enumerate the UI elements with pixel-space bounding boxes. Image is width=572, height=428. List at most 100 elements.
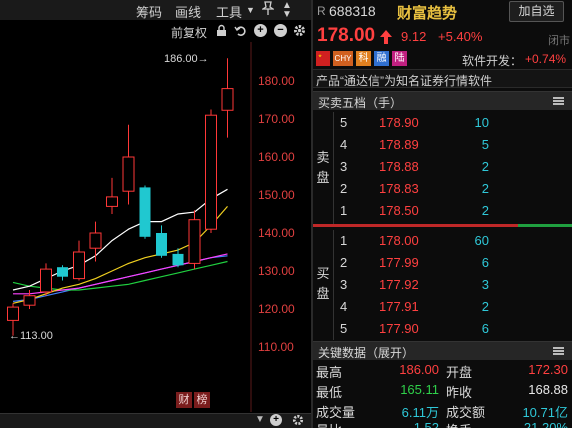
- menu-icon[interactable]: [553, 97, 564, 105]
- open-label: 开盘: [446, 365, 473, 380]
- orderbook-header[interactable]: 买卖五档（手）: [313, 91, 572, 110]
- indicator-strip: ▼ +: [0, 413, 311, 428]
- zoom-out-icon[interactable]: −: [274, 24, 287, 37]
- bid-row[interactable]: 1 178.00 60: [313, 230, 572, 252]
- arrow-up-icon: [380, 30, 392, 44]
- undo-icon[interactable]: [234, 24, 247, 37]
- sector-name[interactable]: 软件开发：: [462, 52, 522, 69]
- level-number: 1: [340, 203, 348, 218]
- ask-price: 178.50: [379, 203, 419, 218]
- menu-draw[interactable]: 画线: [175, 2, 201, 21]
- candle-body-down: [172, 253, 184, 266]
- gear-icon[interactable]: [293, 24, 306, 37]
- prev-close-label: 昨收: [446, 385, 473, 400]
- stock-name[interactable]: 财富趋势: [397, 2, 457, 23]
- candle-body-down: [156, 233, 167, 256]
- high-price-marker: 186.00→: [164, 53, 209, 65]
- ask-price: 178.83: [379, 181, 419, 196]
- add-watchlist-button[interactable]: 加自选: [509, 1, 564, 22]
- menu-tools[interactable]: 工具: [216, 2, 242, 21]
- margin-tag[interactable]: 融: [374, 51, 389, 66]
- star-market-tag[interactable]: 科: [356, 51, 371, 66]
- bid-row[interactable]: 3 177.92 3: [313, 274, 572, 296]
- chart-toolbar: 前复权 + −: [0, 21, 311, 41]
- bid-price: 177.99: [379, 255, 419, 270]
- candle-body-up: [122, 156, 135, 192]
- y-tick-label: 150.00: [258, 188, 295, 202]
- level-number: 3: [340, 159, 348, 174]
- zoom-in-icon[interactable]: +: [254, 24, 267, 37]
- bid-volume: 2: [481, 299, 489, 314]
- volume-ratio-label: 量比: [316, 420, 342, 428]
- bid-price: 177.90: [379, 321, 419, 336]
- zoom-in-icon[interactable]: +: [270, 414, 282, 426]
- finance-badge[interactable]: 财: [176, 392, 192, 408]
- key-data-title: 关键数据（展开）: [318, 346, 415, 360]
- stock-description[interactable]: 产品“通达信”为知名证券行情软件: [313, 69, 572, 88]
- y-tick-label: 110.00: [258, 340, 294, 354]
- ask-row[interactable]: 3 178.88 2: [313, 156, 572, 178]
- y-tick-label: 140.00: [258, 226, 295, 240]
- y-tick-label: 120.00: [258, 302, 295, 316]
- candle-body-up: [221, 88, 234, 111]
- amount-value: 10.71亿: [522, 405, 568, 420]
- ask-levels: 卖 盘 5 178.90 10 4 178.89 5 3 178.88 2 2 …: [313, 112, 572, 224]
- y-tick-label: 180.00: [258, 74, 295, 88]
- stock-header: R 688318 财富趋势 加自选: [313, 0, 572, 24]
- chevron-down-icon[interactable]: ▼: [255, 414, 265, 425]
- ask-volume: 10: [474, 115, 489, 130]
- chevron-down-icon[interactable]: ▼: [246, 5, 255, 15]
- bid-row[interactable]: 2 177.99 6: [313, 252, 572, 274]
- low-price-marker: ←113.00: [9, 330, 53, 342]
- gear-icon[interactable]: [291, 414, 304, 427]
- candle-body-up: [23, 295, 36, 306]
- level-number: 5: [340, 115, 348, 130]
- ranking-badge[interactable]: 榜: [194, 392, 210, 408]
- bid-volume: 6: [481, 255, 489, 270]
- ask-row[interactable]: 5 178.90 10: [313, 112, 572, 134]
- menu-chips[interactable]: 筹码: [136, 2, 162, 21]
- orderbook-title: 买卖五档（手）: [318, 96, 403, 110]
- bid-row[interactable]: 5 177.90 6: [313, 318, 572, 340]
- ask-price: 178.89: [379, 137, 419, 152]
- level-number: 5: [340, 321, 348, 336]
- ask-row[interactable]: 1 178.50 2: [313, 200, 572, 222]
- candle-body-up: [205, 114, 217, 230]
- lock-icon[interactable]: [215, 24, 228, 37]
- scroll-down-icon[interactable]: ▼: [282, 9, 292, 20]
- y-tick-label: 130.00: [258, 264, 295, 278]
- ask-volume: 2: [481, 159, 489, 174]
- prev-close-value: 168.88: [528, 382, 568, 397]
- bid-volume: 3: [481, 277, 489, 292]
- turnover-label: 换手: [446, 420, 472, 428]
- currency-tag[interactable]: CHY: [333, 51, 353, 66]
- level-number: 2: [340, 255, 348, 270]
- candle-body-up: [188, 219, 201, 264]
- bid-row[interactable]: 4 177.91 2: [313, 296, 572, 318]
- stock-code: 688318: [329, 3, 376, 19]
- bid-price: 177.92: [379, 277, 419, 292]
- volume-ratio-value: 1.52: [413, 420, 439, 428]
- ask-row[interactable]: 4 178.89 5: [313, 134, 572, 156]
- sell-strength-bar: [518, 224, 572, 227]
- price-change-pct: +5.40%: [438, 29, 483, 44]
- ask-price: 178.88: [379, 159, 419, 174]
- amount-label: 成交额: [446, 405, 486, 420]
- bid-volume: 60: [474, 233, 489, 248]
- connect-tag[interactable]: 陆: [392, 51, 407, 66]
- candle-body-up: [7, 306, 19, 321]
- candle-body-up: [73, 251, 85, 280]
- ask-volume: 5: [481, 137, 489, 152]
- key-data-header[interactable]: 关键数据（展开）: [313, 341, 572, 360]
- bid-levels: 买 盘 1 178.00 60 2 177.99 6 3 177.92 3 4 …: [313, 230, 572, 342]
- bid-price: 178.00: [379, 233, 419, 248]
- pin-icon[interactable]: [260, 1, 276, 18]
- candle-body-up: [40, 268, 52, 293]
- price-adjust-selector[interactable]: 前复权: [171, 24, 207, 41]
- level-number: 3: [340, 277, 348, 292]
- quote-panel: R 688318 财富趋势 加自选 178.00 9.12 +5.40% 闭市 …: [313, 0, 572, 428]
- ask-row[interactable]: 2 178.83 2: [313, 178, 572, 200]
- level-number: 4: [340, 137, 348, 152]
- bid-price: 177.91: [379, 299, 419, 314]
- menu-icon[interactable]: [553, 347, 564, 355]
